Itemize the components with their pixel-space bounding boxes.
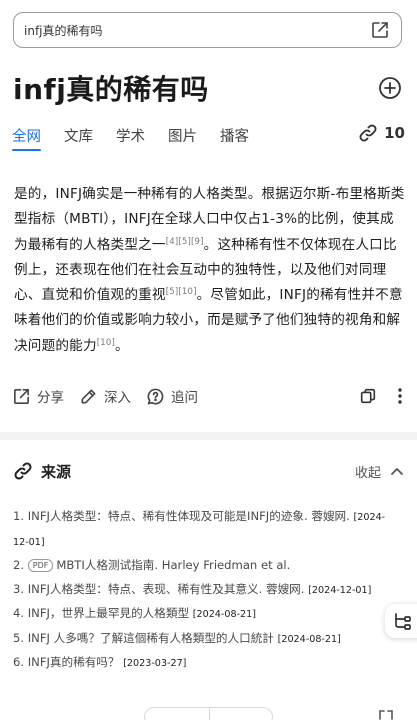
source-item[interactable]: 2. PDF MBTI人格测试指南. Harley Friedman et al. bbox=[13, 554, 398, 578]
mindmap-icon bbox=[395, 613, 411, 630]
source-date: [2023-03-27] bbox=[123, 658, 187, 669]
source-count: 10 bbox=[384, 124, 405, 142]
answer-part-4: 。 bbox=[115, 337, 129, 354]
share-button[interactable]: 分享 bbox=[12, 386, 64, 406]
bottom-toolbar[interactable] bbox=[144, 707, 273, 720]
source-title[interactable]: 4. INFJ，世界上最罕見的人格類型 bbox=[13, 606, 189, 620]
question-bubble-icon bbox=[147, 388, 164, 404]
link-icon bbox=[359, 124, 377, 142]
source-count-button[interactable]: 10 bbox=[358, 122, 405, 143]
title-row: infj真的稀有吗 bbox=[13, 66, 403, 110]
pencil-icon bbox=[81, 389, 96, 403]
source-title[interactable]: 5. INFJ 人多嗎？了解這個稀有人格類型的人口統計 bbox=[13, 631, 274, 645]
open-external-icon[interactable] bbox=[369, 19, 391, 41]
source-item[interactable]: 4. INFJ，世界上最罕見的人格類型 [2024-08-21] bbox=[13, 602, 398, 627]
source-date: [2024-08-21] bbox=[277, 633, 341, 645]
collapse-label: 收起 bbox=[354, 465, 381, 481]
add-circle-icon[interactable] bbox=[377, 75, 403, 101]
source-title[interactable]: 3. INFJ人格类型：特点、表现、稀有性及其意义. 蓉嫂网. bbox=[13, 582, 304, 596]
answer-actions: 分享 深入 追问 bbox=[12, 383, 403, 409]
source-date: [2024-08-21] bbox=[192, 609, 256, 620]
share-icon bbox=[14, 388, 29, 404]
tab-images[interactable]: 图片 bbox=[168, 122, 197, 146]
mindmap-button[interactable] bbox=[385, 604, 417, 638]
sources-header: 来源 收起 bbox=[13, 458, 403, 484]
chevron-up-icon bbox=[391, 468, 403, 475]
more-vertical-icon[interactable] bbox=[397, 387, 403, 405]
sources-title: 来源 bbox=[41, 462, 72, 481]
deep-label: 深入 bbox=[104, 390, 131, 406]
actions-right bbox=[359, 387, 403, 405]
answer-text: 是的，INFJ确实是一种稀有的人格类型。根据迈尔斯-布里格斯类型指标（MBTI）… bbox=[14, 182, 406, 359]
source-item[interactable]: 6. INFJ真的稀有吗？ [2023-03-27] bbox=[13, 651, 398, 676]
page-title: infj真的稀有吗 bbox=[13, 73, 209, 106]
source-date: [2024-12-01] bbox=[308, 584, 372, 596]
citation[interactable]: [4][5][9] bbox=[166, 237, 204, 247]
follow-up-button[interactable]: 追问 bbox=[146, 386, 198, 406]
source-item[interactable]: 1. INFJ人格类型：特点、稀有性体现及可能是INFJ的迹象. 蓉嫂网. [2… bbox=[13, 505, 398, 554]
source-title[interactable]: MBTI人格测试指南. Harley Friedman et al. bbox=[56, 558, 290, 572]
tab-all-web[interactable]: 全网 bbox=[12, 122, 41, 151]
tab-library[interactable]: 文库 bbox=[64, 122, 93, 146]
citation[interactable]: [10] bbox=[97, 338, 115, 348]
source-item[interactable]: 5. INFJ 人多嗎？了解這個稀有人格類型的人口統計 [2024-08-21] bbox=[13, 627, 398, 652]
tab-academic[interactable]: 学术 bbox=[116, 122, 145, 146]
source-index: 2. bbox=[13, 558, 25, 572]
section-divider bbox=[0, 432, 417, 440]
source-title[interactable]: 6. INFJ真的稀有吗？ bbox=[13, 655, 120, 669]
sources-list: 1. INFJ人格类型：特点、稀有性体现及可能是INFJ的迹象. 蓉嫂网. [2… bbox=[13, 505, 398, 676]
collapse-button[interactable]: 收起 bbox=[355, 462, 403, 481]
citation[interactable]: [5][10] bbox=[166, 287, 197, 297]
share-label: 分享 bbox=[37, 390, 64, 406]
tab-bar: 全网 文库 学术 图片 播客 10 bbox=[12, 122, 405, 156]
ask-label: 追问 bbox=[171, 390, 198, 406]
copy-icon[interactable] bbox=[359, 387, 377, 405]
link-icon bbox=[14, 462, 32, 480]
search-query[interactable]: infj真的稀有吗 bbox=[24, 22, 369, 39]
toolbar-separator bbox=[209, 708, 210, 720]
source-item[interactable]: 3. INFJ人格类型：特点、表现、稀有性及其意义. 蓉嫂网. [2024-12… bbox=[13, 578, 398, 603]
expand-icon[interactable] bbox=[379, 710, 393, 720]
deep-dive-button[interactable]: 深入 bbox=[79, 386, 131, 406]
source-title[interactable]: 1. INFJ人格类型：特点、稀有性体现及可能是INFJ的迹象. 蓉嫂网. bbox=[13, 509, 350, 523]
pdf-badge: PDF bbox=[27, 559, 54, 572]
tab-podcast[interactable]: 播客 bbox=[220, 122, 249, 146]
search-bar[interactable]: infj真的稀有吗 bbox=[13, 12, 402, 48]
